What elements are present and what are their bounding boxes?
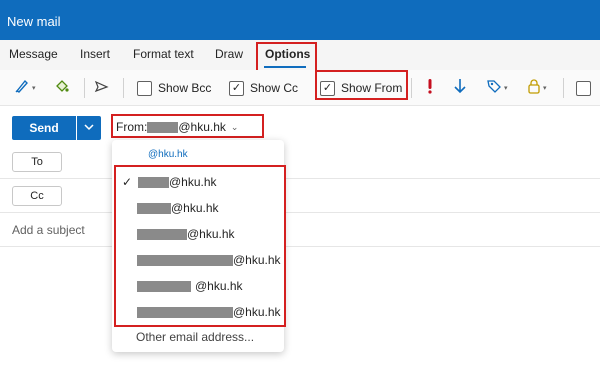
lock-icon bbox=[527, 78, 541, 99]
tab-message[interactable]: Message bbox=[9, 47, 58, 61]
chevron-down-icon: ▾ bbox=[32, 85, 36, 92]
show-bcc-checkbox[interactable] bbox=[137, 80, 152, 96]
recipients-button[interactable] bbox=[94, 70, 110, 106]
to-label: To bbox=[31, 156, 43, 168]
encrypt-button[interactable]: ▾ bbox=[527, 70, 547, 106]
cc-label: Cc bbox=[30, 190, 44, 202]
highlight-show-from bbox=[315, 70, 408, 100]
subject-input[interactable]: Add a subject bbox=[12, 223, 85, 237]
to-button[interactable]: To bbox=[12, 152, 62, 172]
chevron-down-icon: ▾ bbox=[543, 85, 547, 92]
send-label: Send bbox=[29, 121, 59, 135]
importance-low-button[interactable] bbox=[453, 70, 467, 106]
divider bbox=[0, 212, 600, 213]
divider bbox=[0, 178, 600, 179]
more-options-checkbox[interactable] bbox=[576, 70, 591, 106]
chevron-down-icon bbox=[84, 119, 94, 137]
highlight-from-field bbox=[111, 114, 264, 138]
arrow-down-icon bbox=[453, 78, 467, 99]
show-bcc-label: Show Bcc bbox=[158, 81, 212, 95]
tag-icon bbox=[486, 78, 502, 99]
ribbon-toolbar: ▾ Show Bcc ✓ Show Cc ✓ Show From ▾ ▾ bbox=[0, 70, 600, 106]
exclamation-icon bbox=[424, 78, 436, 99]
sensitivity-button[interactable]: ▾ bbox=[486, 70, 508, 106]
menu-header: @hku.hk bbox=[148, 149, 188, 160]
show-cc-label: Show Cc bbox=[250, 81, 299, 95]
tab-format-text[interactable]: Format text bbox=[133, 47, 194, 61]
theme-button[interactable]: ▾ bbox=[14, 70, 36, 106]
send-arrow-icon bbox=[94, 78, 110, 99]
title-bar: New mail bbox=[0, 0, 600, 40]
tab-draw[interactable]: Draw bbox=[215, 47, 243, 61]
pen-icon bbox=[14, 78, 30, 99]
window-title: New mail bbox=[7, 14, 61, 29]
paint-bucket-icon bbox=[54, 78, 70, 99]
divider bbox=[0, 246, 600, 247]
tab-insert[interactable]: Insert bbox=[80, 47, 110, 61]
page-color-button[interactable] bbox=[54, 70, 70, 106]
importance-high-button[interactable] bbox=[424, 70, 436, 106]
show-cc-checkbox[interactable]: ✓ bbox=[229, 80, 244, 96]
highlight-account-list bbox=[114, 165, 286, 327]
chevron-down-icon: ▾ bbox=[504, 85, 508, 92]
send-button[interactable]: Send bbox=[12, 116, 76, 140]
other-email-address-option[interactable]: Other email address... bbox=[136, 330, 254, 344]
send-options-button[interactable] bbox=[77, 116, 101, 140]
show-bcc-toggle[interactable]: Show Bcc bbox=[137, 70, 211, 106]
show-cc-toggle[interactable]: ✓ Show Cc bbox=[229, 70, 298, 106]
cc-button[interactable]: Cc bbox=[12, 186, 62, 206]
highlight-options-tab bbox=[256, 42, 317, 72]
checkbox-icon[interactable] bbox=[576, 80, 591, 96]
